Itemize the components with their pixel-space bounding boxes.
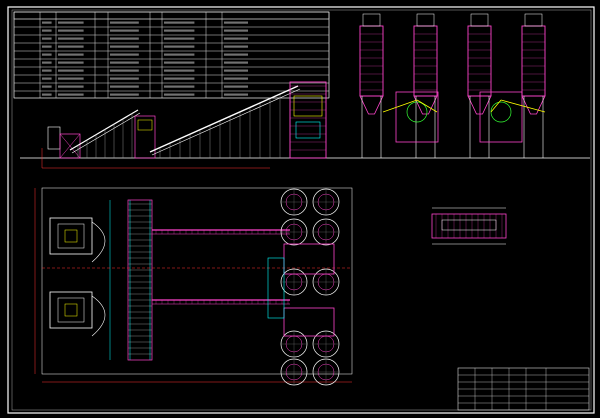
table-cell-text <box>224 53 248 56</box>
table-cell-text <box>58 77 84 80</box>
table-cell-text <box>42 61 52 64</box>
table-cell-text <box>58 93 84 96</box>
table-cell-text <box>110 21 139 24</box>
cad-drawing-viewport <box>0 0 600 418</box>
table-cell-text <box>42 69 52 72</box>
table-cell-text <box>224 69 248 72</box>
drawing-canvas <box>0 0 600 418</box>
table-cell-text <box>110 61 139 64</box>
table-cell-text <box>42 45 52 48</box>
table-cell-text <box>42 93 52 96</box>
table-cell-text <box>224 61 248 64</box>
table-cell-text <box>42 21 52 24</box>
table-cell-text <box>110 85 139 88</box>
table-cell-text <box>110 45 139 48</box>
table-cell-text <box>224 21 248 24</box>
table-cell-text <box>110 53 139 56</box>
table-cell-text <box>110 37 139 40</box>
table-cell-text <box>42 53 52 56</box>
table-cell-text <box>164 29 195 32</box>
table-cell-text <box>58 21 84 24</box>
table-cell-text <box>42 77 52 80</box>
table-cell-text <box>58 69 84 72</box>
table-cell-text <box>164 77 195 80</box>
table-cell-text <box>110 29 139 32</box>
table-cell-text <box>164 85 195 88</box>
table-cell-text <box>42 29 52 32</box>
table-cell-text <box>164 61 195 64</box>
table-cell-text <box>164 21 195 24</box>
table-cell-text <box>224 93 248 96</box>
table-cell-text <box>164 69 195 72</box>
table-cell-text <box>58 53 84 56</box>
table-cell-text <box>224 37 248 40</box>
table-cell-text <box>58 37 84 40</box>
table-cell-text <box>110 93 139 96</box>
table-cell-text <box>224 29 248 32</box>
table-cell-text <box>164 53 195 56</box>
table-cell-text <box>164 93 195 96</box>
table-cell-text <box>110 69 139 72</box>
table-cell-text <box>224 77 248 80</box>
table-cell-text <box>58 85 84 88</box>
table-cell-text <box>58 29 84 32</box>
table-cell-text <box>42 85 52 88</box>
table-cell-text <box>224 45 248 48</box>
table-cell-text <box>58 61 84 64</box>
table-cell-text <box>224 85 248 88</box>
table-cell-text <box>164 37 195 40</box>
table-cell-text <box>164 45 195 48</box>
table-cell-text <box>42 37 52 40</box>
table-cell-text <box>110 77 139 80</box>
table-cell-text <box>58 45 84 48</box>
